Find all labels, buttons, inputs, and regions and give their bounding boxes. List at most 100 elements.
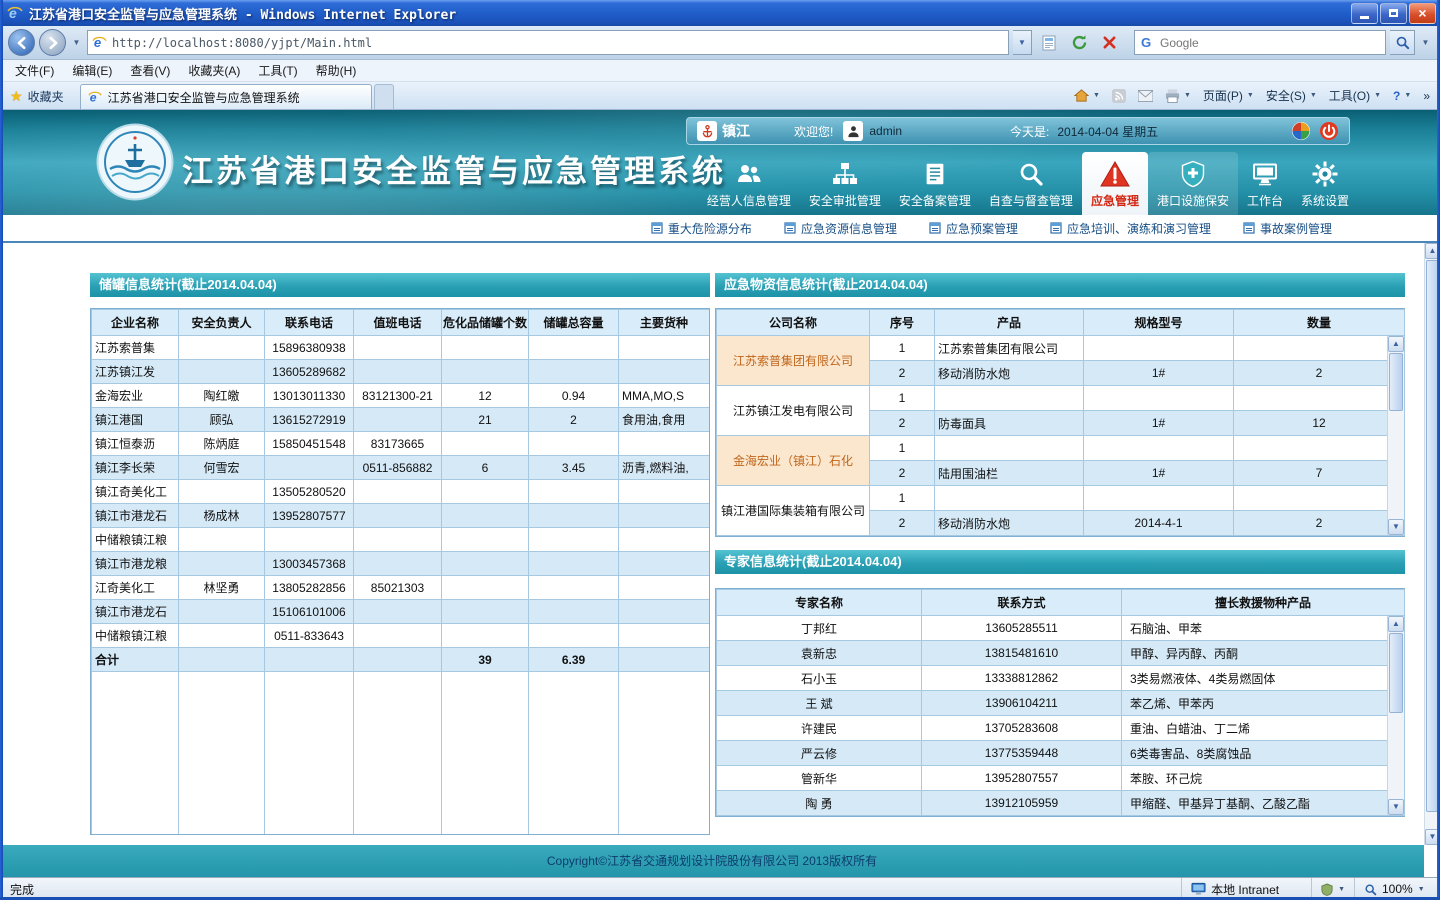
table-row[interactable]: 丁邦红 13605285511 石脑油、甲苯 (717, 616, 1405, 641)
table-row[interactable]: 合计 39 6.39 (92, 648, 710, 672)
tools-menu-button[interactable]: 工具(O)▼ (1323, 84, 1387, 108)
mail-button[interactable] (1132, 84, 1159, 108)
table-row[interactable]: 江苏索普集 15896380938 (92, 336, 710, 360)
forward-button[interactable] (39, 29, 66, 56)
cell (442, 504, 529, 528)
scroll-up-icon[interactable]: ▲ (1388, 336, 1404, 352)
subnav-resource-info[interactable]: 应急资源信息管理 (784, 220, 897, 237)
column-header: 值班电话 (354, 310, 442, 336)
table-row[interactable]: 江奇美化工 林坚勇 13805282856 85021303 (92, 576, 710, 600)
scroll-thumb[interactable] (1389, 633, 1403, 713)
menu-file[interactable]: 文件(F) (6, 60, 63, 81)
cell: 13805282856 (265, 576, 354, 600)
search-input[interactable] (1160, 36, 1380, 50)
table-row[interactable]: 陶 勇 13912105959 甲缩醛、甲基异丁基酮、乙酸乙酯 (717, 791, 1405, 816)
search-dropdown[interactable]: ▼ (1419, 32, 1432, 54)
table-row[interactable]: 中储粮镇江粮 0511-833643 (92, 624, 710, 648)
maximize-button[interactable] (1380, 3, 1407, 24)
cell: 0511-856882 (354, 456, 442, 480)
nav-operator-info[interactable]: 经营人信息管理 (698, 152, 800, 215)
stop-button[interactable] (1096, 30, 1122, 56)
nav-port-security[interactable]: 港口设施保安 (1148, 152, 1238, 215)
menu-help[interactable]: 帮助(H) (307, 60, 366, 81)
table-row[interactable]: 镇江市港龙石 杨成林 13952807577 (92, 504, 710, 528)
help-menu-button[interactable]: ?▼ (1387, 84, 1417, 108)
cell (179, 648, 265, 672)
compatibility-view-button[interactable] (1036, 30, 1062, 56)
table-row[interactable]: 镇江港国际集装箱有限公司 1 (717, 486, 1405, 511)
scroll-track[interactable] (1388, 412, 1404, 519)
table-row[interactable]: 镇江奇美化工 13505280520 (92, 480, 710, 504)
home-shortcut-icon[interactable] (1291, 121, 1311, 141)
supply-table-scrollbar[interactable]: ▲ ▼ (1387, 336, 1404, 535)
nav-system-settings[interactable]: 系统设置 (1292, 152, 1358, 215)
table-row[interactable]: 中储粮镇江粮 (92, 528, 710, 552)
cell (179, 480, 265, 504)
table-row[interactable]: 王 斌 13906104211 苯乙烯、甲苯丙 (717, 691, 1405, 716)
url-input[interactable] (112, 36, 1004, 50)
cell (1084, 436, 1234, 461)
active-tab[interactable]: e 江苏省港口安全监管与应急管理系统 (80, 84, 372, 109)
new-tab-stub[interactable] (374, 84, 394, 109)
table-row[interactable]: 袁新忠 13815481610 甲醇、异丙醇、丙酮 (717, 641, 1405, 666)
feeds-button[interactable] (1106, 84, 1132, 108)
refresh-button[interactable] (1066, 30, 1092, 56)
table-row[interactable]: 金海宏业 陶红皦 13013011330 83121300-21 12 0.94… (92, 384, 710, 408)
cell: 1# (1084, 361, 1234, 386)
minimize-button[interactable] (1351, 3, 1378, 24)
scroll-thumb[interactable] (1389, 353, 1403, 411)
table-row[interactable]: 严云修 13775359448 6类毒害品、8类腐蚀品 (717, 741, 1405, 766)
overflow-chevron[interactable]: » (1417, 84, 1436, 108)
table-row[interactable]: 江苏镇江发电有限公司 1 (717, 386, 1405, 411)
supply-table: 公司名称 序号 产品 规格型号 数量 江苏索普集团有限公司 1 江 (715, 308, 1405, 537)
table-row[interactable]: 许建民 13705283608 重油、白蜡油、丁二烯 (717, 716, 1405, 741)
cell (442, 624, 529, 648)
scroll-track[interactable] (1388, 714, 1404, 799)
menu-edit[interactable]: 编辑(E) (63, 60, 121, 81)
close-button[interactable]: × (1409, 3, 1436, 24)
table-row[interactable]: 镇江李长荣 何雪宏 0511-856882 6 3.45 沥青,燃料油, (92, 456, 710, 480)
table-row[interactable]: 镇江恒泰沥 陈炳庭 15850451548 83173665 (92, 432, 710, 456)
menu-favorites[interactable]: 收藏夹(A) (179, 60, 249, 81)
cell: 食用油,食用 (619, 408, 710, 432)
menu-tools[interactable]: 工具(T) (249, 60, 306, 81)
expert-table-scrollbar[interactable]: ▲ ▼ (1387, 616, 1404, 815)
table-row[interactable]: 江苏索普集团有限公司 1 江苏索普集团有限公司 (717, 336, 1405, 361)
subnav-plan-management[interactable]: 应急预案管理 (929, 220, 1018, 237)
table-row[interactable]: 江苏镇江发 13605289682 (92, 360, 710, 384)
table-row[interactable]: 镇江港国 顾弘 13615272919 21 2 食用油,食用 (92, 408, 710, 432)
cell: 镇江港国 (92, 408, 179, 432)
history-dropdown[interactable]: ▼ (70, 32, 83, 54)
print-button[interactable]: ▼ (1159, 84, 1197, 108)
nav-emergency-management[interactable]: 应急管理 (1082, 152, 1148, 215)
back-button[interactable] (8, 29, 35, 56)
nav-safety-filing[interactable]: 安全备案管理 (890, 152, 980, 215)
table-row[interactable]: 金海宏业（镇江）石化 1 (717, 436, 1405, 461)
nav-workbench[interactable]: 工作台 (1238, 152, 1292, 215)
logout-power-icon[interactable] (1319, 121, 1339, 141)
table-row[interactable]: 镇江市港龙粮 13003457368 (92, 552, 710, 576)
table-row[interactable]: 管新华 13952807557 苯胺、环己烷 (717, 766, 1405, 791)
page-caret: ▼ (1247, 92, 1254, 99)
subnav-training-drill[interactable]: 应急培训、演练和演习管理 (1050, 220, 1211, 237)
table-row[interactable]: 石小玉 13338812862 3类易燃液体、4类易燃固体 (717, 666, 1405, 691)
safety-menu-button[interactable]: 安全(S)▼ (1260, 84, 1323, 108)
page-menu-button[interactable]: 页面(P)▼ (1197, 84, 1260, 108)
menu-view[interactable]: 查看(V) (121, 60, 179, 81)
home-button[interactable]: ▼ (1068, 84, 1106, 108)
nav-safety-approval[interactable]: 安全审批管理 (800, 152, 890, 215)
subnav-accident-cases[interactable]: 事故案例管理 (1243, 220, 1332, 237)
favorites-button[interactable]: ★ 收藏夹 (0, 84, 74, 108)
search-go-button[interactable] (1390, 30, 1415, 55)
scroll-down-icon[interactable]: ▼ (1388, 519, 1404, 535)
scroll-down-icon[interactable]: ▼ (1388, 799, 1404, 815)
url-dropdown[interactable]: ▼ (1013, 30, 1032, 55)
table-row[interactable]: 镇江市港龙石 15106101006 (92, 600, 710, 624)
svg-text:G: G (1141, 35, 1151, 50)
cell (354, 480, 442, 504)
cell: 0.94 (529, 384, 619, 408)
nav-self-inspection[interactable]: 自查与督查管理 (980, 152, 1082, 215)
scroll-up-icon[interactable]: ▲ (1388, 616, 1404, 632)
cell: 3.45 (529, 456, 619, 480)
subnav-hazard-distribution[interactable]: 重大危险源分布 (651, 220, 752, 237)
